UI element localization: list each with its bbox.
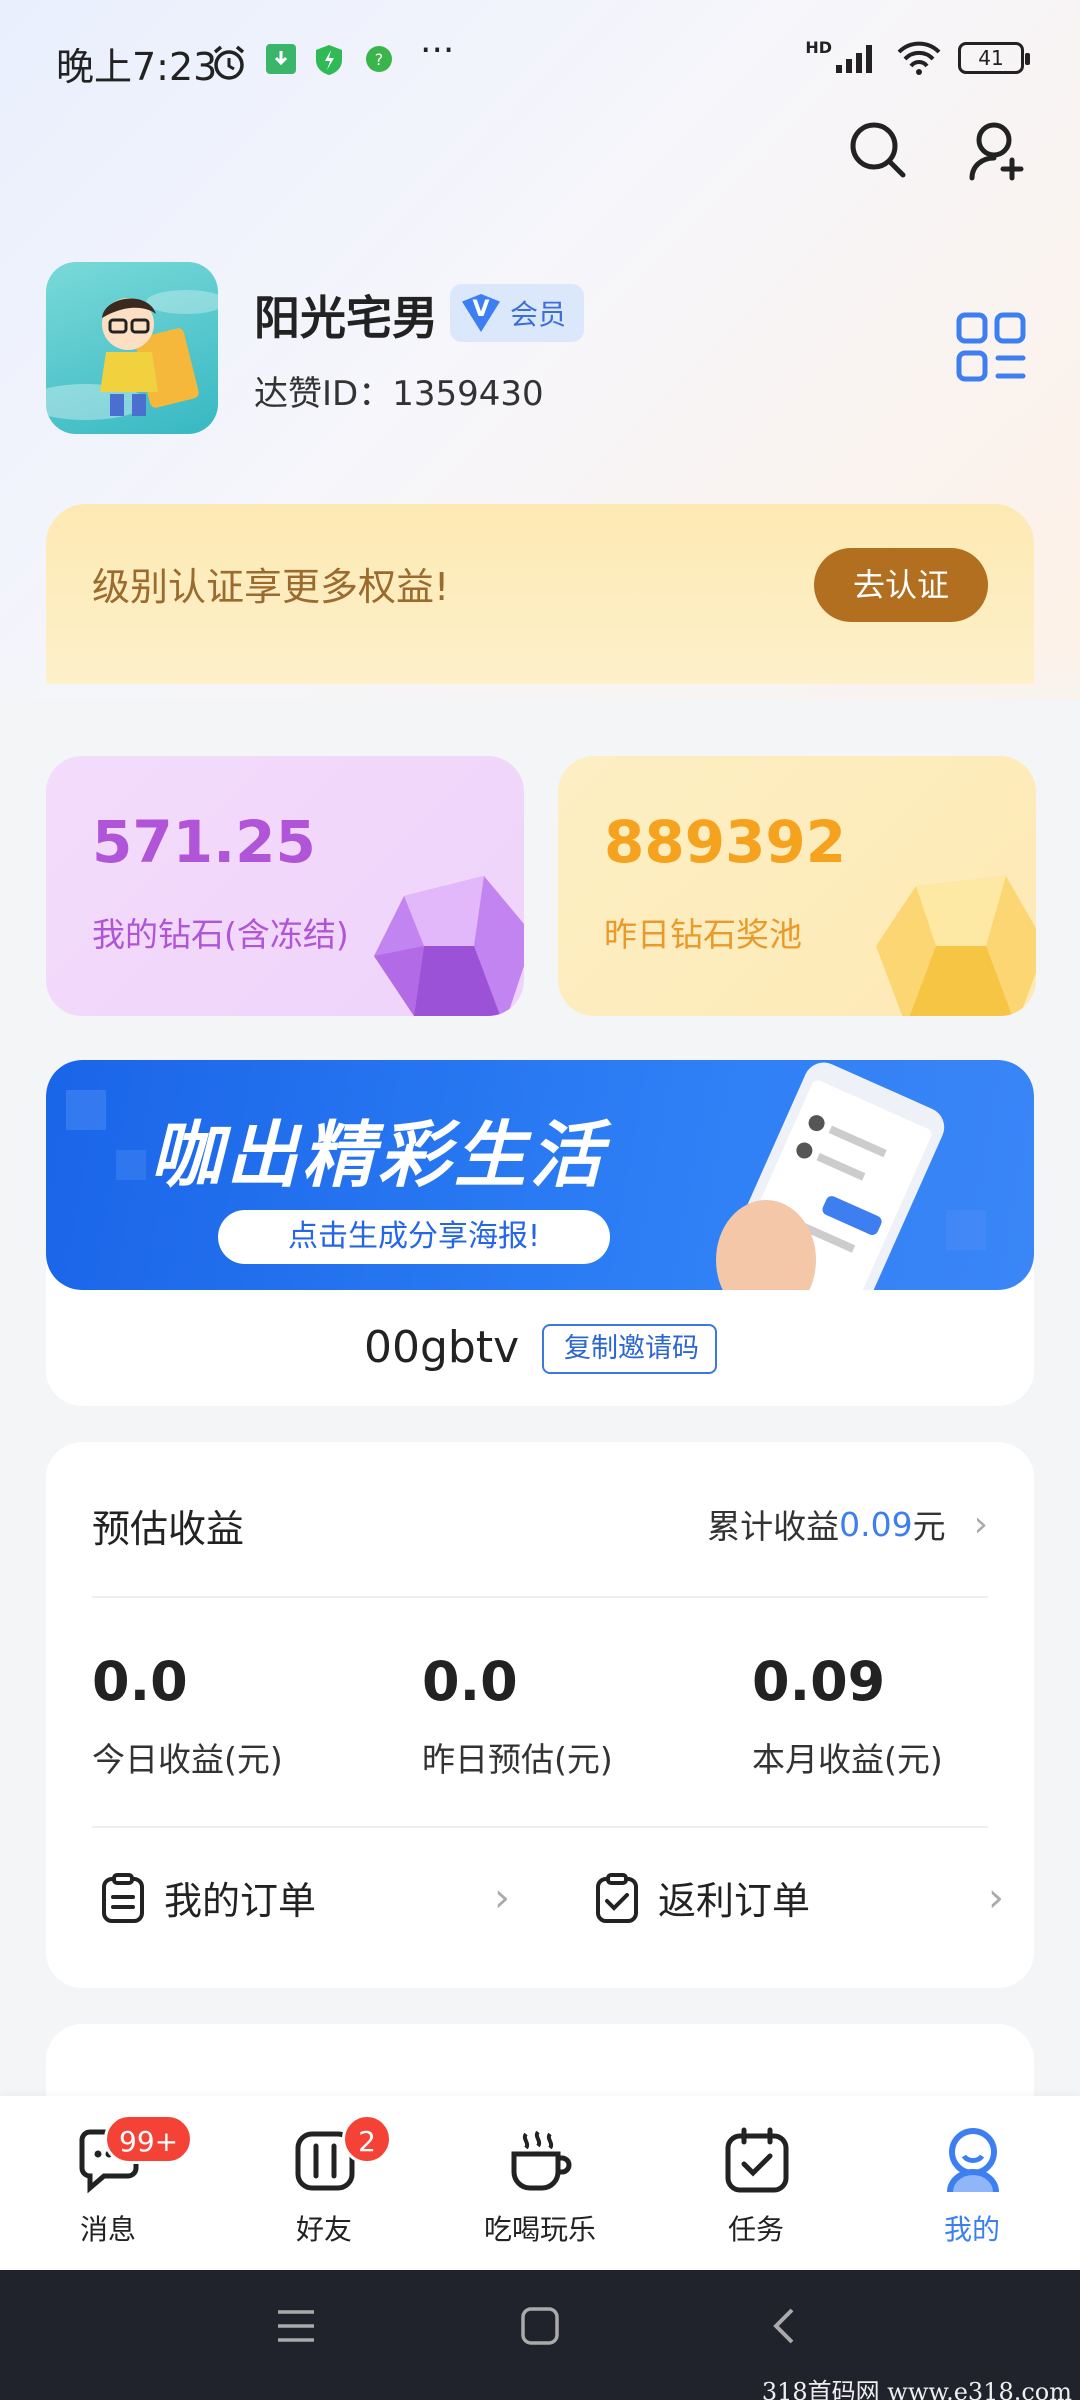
chevron-right-icon: › xyxy=(494,1874,510,1921)
alarm-icon xyxy=(213,45,245,80)
back-icon[interactable] xyxy=(764,2306,804,2346)
tab-messages[interactable]: 99+ 消息 xyxy=(0,2096,216,2270)
rebate-orders-link[interactable]: 返利订单 › xyxy=(594,1870,1014,1925)
my-diamonds-card[interactable]: 571.25 我的钻石(含冻结) xyxy=(46,756,524,1016)
total-earnings-prefix: 累计收益 xyxy=(707,1507,840,1546)
today-earnings-label: 今日收益(元) xyxy=(92,1740,283,1779)
battery-indicator: 41 xyxy=(958,42,1030,74)
promo-title: 咖出精彩生活 xyxy=(150,1113,607,1197)
gold-gem-icon xyxy=(876,876,1036,1016)
vip-badge[interactable]: V 会员 xyxy=(450,284,585,342)
add-user-icon[interactable] xyxy=(966,118,1030,182)
tab-profile[interactable]: 我的 xyxy=(864,2096,1080,2270)
menu-icon[interactable] xyxy=(276,2306,316,2346)
network-type-label: HD xyxy=(805,37,832,57)
diamond-pool-label: 昨日钻石奖池 xyxy=(604,915,802,954)
messages-badge: 99+ xyxy=(104,2114,194,2164)
more-notifications-icon: ··· xyxy=(420,30,455,71)
tab-tasks[interactable]: 任务 xyxy=(648,2096,864,2270)
cup-icon xyxy=(511,2130,572,2191)
month-earnings-label: 本月收益(元) xyxy=(752,1740,943,1779)
avatar-image xyxy=(46,290,218,420)
divider xyxy=(92,1596,988,1598)
wifi-icon xyxy=(897,41,941,75)
tab-label: 吃喝玩乐 xyxy=(483,2213,596,2246)
diamond-pool-card[interactable]: 889392 昨日钻石奖池 xyxy=(558,756,1036,1016)
certification-text: 级别认证享更多权益! xyxy=(92,565,450,609)
vip-icon: V xyxy=(462,294,500,332)
certify-button[interactable]: 去认证 xyxy=(814,548,988,622)
rebate-order-icon xyxy=(596,1872,638,1923)
divider xyxy=(92,1826,988,1828)
certification-banner: 级别认证享更多权益! 去认证 xyxy=(46,504,1034,684)
yesterday-estimate-label: 昨日预估(元) xyxy=(422,1740,613,1779)
qr-code-icon[interactable] xyxy=(956,312,1026,382)
earnings-card: 预估收益 累计收益 0.09 元 › 0.0 今日收益(元) 0.0 昨日预估(… xyxy=(46,1442,1034,1988)
total-earnings-suffix: 元 xyxy=(912,1507,946,1546)
tab-label: 任务 xyxy=(727,2213,784,2246)
my-orders-label: 我的订单 xyxy=(164,1879,317,1923)
user-id: 达赞ID：1359430 xyxy=(254,374,544,414)
yesterday-estimate: 0.0 昨日预估(元) xyxy=(422,1650,613,1781)
yesterday-estimate-value: 0.0 xyxy=(422,1650,518,1713)
total-earnings-link[interactable]: 累计收益 0.09 元 › xyxy=(707,1500,988,1548)
avatar[interactable] xyxy=(46,262,218,434)
promo-banner[interactable]: 咖出精彩生活 点击生成分享海报! xyxy=(46,1060,1034,1290)
home-icon[interactable] xyxy=(520,2306,560,2346)
tab-food-fun[interactable]: 吃喝玩乐 xyxy=(432,2096,648,2270)
app-notification-icon: ? xyxy=(366,46,392,72)
watermark: 318首码网 www.e318.com xyxy=(761,2378,1072,2400)
download-notification-icon xyxy=(266,44,296,74)
tab-label: 好友 xyxy=(295,2213,352,2246)
tab-label: 消息 xyxy=(79,2213,136,2246)
earnings-title: 预估收益 xyxy=(92,1507,245,1551)
generate-poster-button[interactable]: 点击生成分享海报! xyxy=(218,1210,610,1264)
diamond-pool-value: 889392 xyxy=(604,808,847,876)
today-earnings: 0.0 今日收益(元) xyxy=(92,1650,283,1781)
month-earnings-value: 0.09 xyxy=(752,1650,886,1713)
status-bar: 晚上7:23 ? ··· HD 41 xyxy=(0,0,1080,120)
total-earnings-value: 0.09 xyxy=(839,1504,913,1544)
signal-icon xyxy=(836,45,872,73)
svg-text:?: ? xyxy=(375,50,384,69)
friends-badge: 2 xyxy=(342,2114,392,2164)
tab-friends[interactable]: 2 好友 xyxy=(216,2096,432,2270)
diamond-balance: 571.25 xyxy=(92,808,316,876)
invite-card: 咖出精彩生活 点击生成分享海报! 00gbtv 复制邀请码 xyxy=(46,1060,1034,1406)
my-orders-link[interactable]: 我的订单 › xyxy=(100,1870,520,1925)
vip-label: 会员 xyxy=(510,298,567,331)
chevron-right-icon: › xyxy=(988,1874,1004,1921)
invite-code: 00gbtv xyxy=(364,1322,520,1373)
order-list-icon xyxy=(102,1872,144,1923)
security-shield-icon xyxy=(316,45,342,75)
chevron-right-icon: › xyxy=(973,1503,988,1545)
copy-invite-code-button[interactable]: 复制邀请码 xyxy=(542,1324,717,1374)
today-earnings-value: 0.0 xyxy=(92,1650,188,1713)
status-indicators: HD 41 xyxy=(805,37,1030,76)
task-icon xyxy=(725,2127,789,2193)
profile-icon xyxy=(947,2128,999,2193)
diamond-balance-label: 我的钻石(含冻结) xyxy=(92,915,349,954)
bottom-tab-bar: 99+ 消息 2 好友 吃喝玩乐 任务 我的 xyxy=(0,2096,1080,2270)
search-icon[interactable] xyxy=(846,118,910,182)
month-earnings: 0.09 本月收益(元) xyxy=(752,1650,943,1781)
rebate-orders-label: 返利订单 xyxy=(658,1879,811,1923)
status-time: 晚上7:23 xyxy=(56,45,218,89)
username: 阳光宅男 xyxy=(254,291,438,345)
tab-label: 我的 xyxy=(943,2213,1000,2246)
purple-gem-icon xyxy=(374,876,524,1016)
